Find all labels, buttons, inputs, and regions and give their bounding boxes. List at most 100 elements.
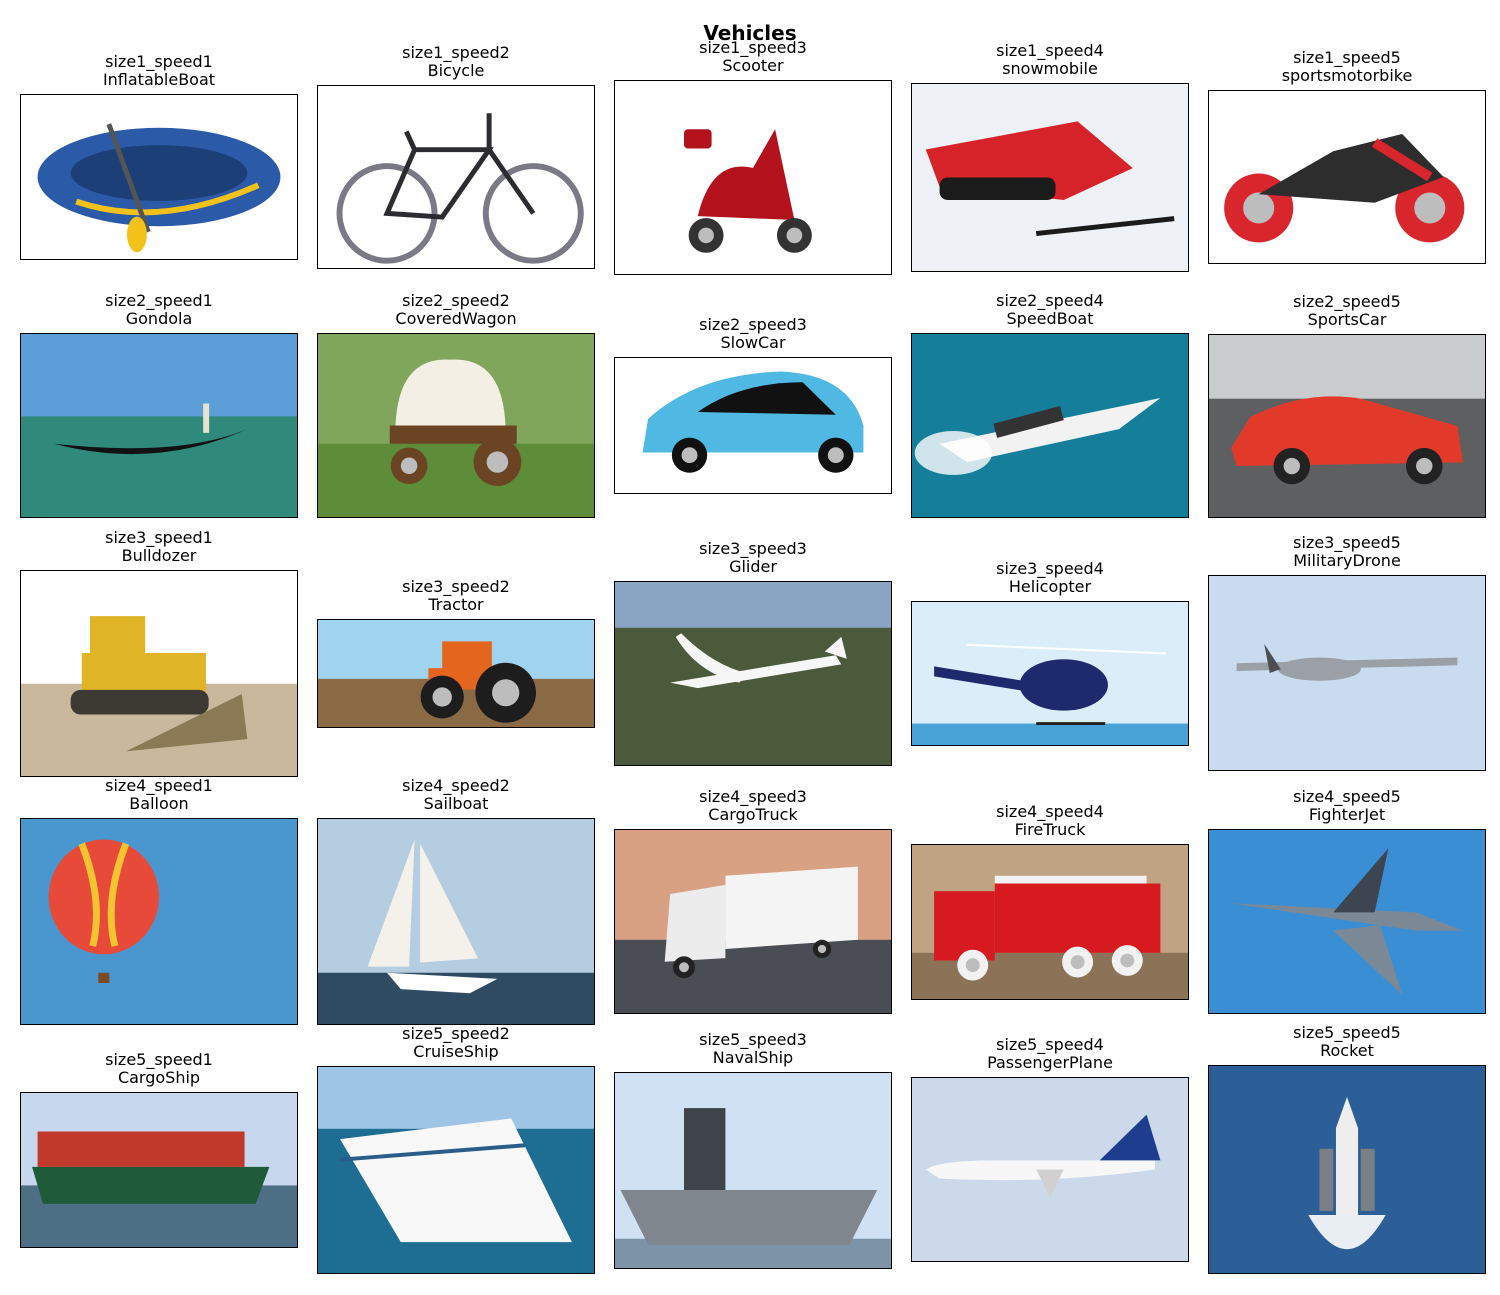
vehicle-image [317,1066,595,1274]
vehicle-image [317,333,595,518]
panel-vehicle-name: MilitaryDrone [1293,551,1401,570]
panel-vehicle-name: InflatableBoat [102,70,216,89]
panel-vehicle-name: CruiseShip [413,1042,499,1061]
small-car-icon [615,358,891,493]
panel-vehicle-name: Sailboat [423,794,489,813]
panel-code: size4_speed4 [996,802,1104,821]
vehicle-panel: size3_speed2 Tractor [317,578,595,728]
panel-code: size5_speed3 [699,1030,807,1049]
vehicle-panel: size1_speed5 sportsmotorbike [1208,49,1486,264]
panel-vehicle-name: CargoShip [117,1068,201,1087]
panel-caption: size3_speed1 Bulldozer [0,529,323,565]
panel-code: size5_speed2 [402,1024,510,1043]
sailboat-icon [318,819,594,1024]
panel-vehicle-name: Tractor [428,595,484,614]
panel-code: size1_speed3 [699,38,807,57]
vehicle-image [317,818,595,1025]
cargo-truck-icon [615,830,891,1013]
panel-vehicle-name: Rocket [1320,1041,1374,1060]
sports-car-icon [1209,335,1485,517]
vehicle-panel: size4_speed3 CargoTruck [614,788,892,1014]
panel-code: size1_speed1 [105,52,213,71]
cruise-ship-icon [318,1067,594,1273]
panel-vehicle-name: SlowCar [720,333,786,352]
vehicle-image [20,94,298,260]
panel-vehicle-name: Glider [729,557,777,576]
vehicle-image [20,818,298,1025]
panel-vehicle-name: Gondola [125,309,193,328]
wagon-icon [318,334,594,517]
vehicle-image [1208,1065,1486,1274]
panel-vehicle-name: SpeedBoat [1006,309,1094,328]
vehicle-panel: size3_speed5 MilitaryDrone [1208,534,1486,771]
panel-code: size4_speed3 [699,787,807,806]
vehicle-panel: size5_speed5 Rocket [1208,1024,1486,1274]
vehicle-image [614,829,892,1014]
panel-code: size1_speed2 [402,43,510,62]
vehicle-image [1208,829,1486,1014]
cargo-ship-icon [21,1093,297,1247]
vehicle-image [1208,90,1486,264]
panel-caption: size4_speed1 Balloon [0,777,323,813]
vehicle-panel: size4_speed5 FighterJet [1208,788,1486,1014]
tractor-icon [318,620,594,727]
vehicle-image [20,1092,298,1248]
panel-caption: size2_speed4 SpeedBoat [886,292,1214,328]
fire-truck-icon [912,845,1188,999]
panel-caption: size5_speed5 Rocket [1183,1024,1500,1060]
vehicle-image [911,83,1189,272]
panel-caption: size3_speed4 Helicopter [886,560,1214,596]
vehicle-panel: size5_speed3 NavalShip [614,1031,892,1269]
bulldozer-icon [21,571,297,776]
panel-caption: size4_speed4 FireTruck [886,803,1214,839]
vehicle-panel: size5_speed1 CargoShip [20,1051,298,1248]
fighter-jet-icon [1209,830,1485,1013]
vehicle-image [20,570,298,777]
naval-ship-icon [615,1073,891,1268]
panel-vehicle-name: FighterJet [1308,805,1386,824]
panel-caption: size5_speed4 PassengerPlane [886,1036,1214,1072]
panel-code: size3_speed2 [402,577,510,596]
panel-caption: size4_speed5 FighterJet [1183,788,1500,824]
panel-caption: size3_speed3 Glider [589,540,917,576]
vehicle-panel: size1_speed3 Scooter [614,39,892,275]
vehicle-image [614,581,892,766]
panel-vehicle-name: Scooter [722,56,784,75]
inflatable-boat-icon [21,95,297,259]
vehicle-image [614,357,892,494]
motorbike-icon [1209,91,1485,263]
vehicle-panel: size1_speed1 InflatableBoat [20,53,298,260]
panel-vehicle-name: NavalShip [712,1048,794,1067]
vehicle-panel: size4_speed4 FireTruck [911,803,1189,1000]
panel-caption: size3_speed2 Tractor [292,578,620,614]
vehicle-panel: size1_speed4 snowmobile [911,42,1189,272]
glider-icon [615,582,891,765]
bicycle-icon [318,86,594,268]
vehicle-panel: size4_speed2 Sailboat [317,777,595,1025]
panel-vehicle-name: Bulldozer [121,546,197,565]
panel-code: size2_speed1 [105,291,213,310]
vehicle-image [317,85,595,269]
panel-vehicle-name: SportsCar [1307,310,1387,329]
panel-vehicle-name: CoveredWagon [395,309,517,328]
panel-vehicle-name: snowmobile [1002,59,1098,78]
panel-caption: size2_speed1 Gondola [0,292,323,328]
panel-caption: size1_speed4 snowmobile [886,42,1214,78]
vehicle-panel: size2_speed4 SpeedBoat [911,292,1189,518]
panel-caption: size4_speed3 CargoTruck [589,788,917,824]
panel-caption: size5_speed3 NavalShip [589,1031,917,1067]
panel-vehicle-name: Balloon [129,794,189,813]
vehicle-panel: size2_speed2 CoveredWagon [317,292,595,518]
vehicle-image [20,333,298,518]
snowmobile-icon [912,84,1188,271]
helicopter-icon [912,602,1188,745]
panel-code: size4_speed1 [105,776,213,795]
vehicle-image [1208,334,1486,518]
panel-code: size2_speed2 [402,291,510,310]
vehicle-panel: size3_speed3 Glider [614,540,892,766]
panel-caption: size5_speed1 CargoShip [0,1051,323,1087]
vehicle-image [911,844,1189,1000]
panel-code: size2_speed4 [996,291,1104,310]
hot-air-balloon-icon [21,819,297,1024]
panel-caption: size1_speed5 sportsmotorbike [1183,49,1500,85]
